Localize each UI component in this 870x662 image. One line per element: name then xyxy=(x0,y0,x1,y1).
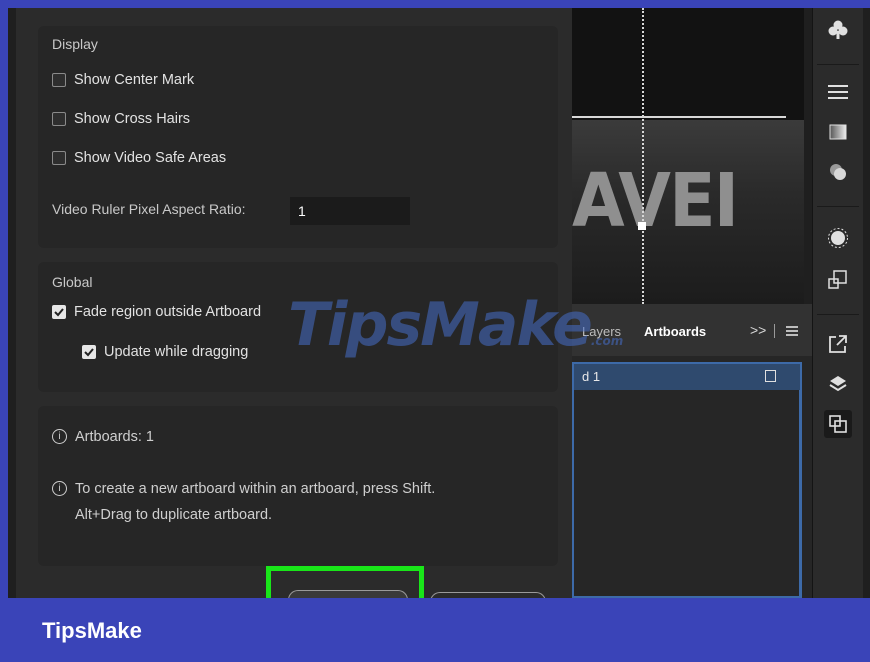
export-icon[interactable] xyxy=(824,330,852,358)
ratio-input[interactable] xyxy=(290,197,410,225)
toolbar-divider xyxy=(817,64,859,65)
artboards-count-line: i Artboards: 1 xyxy=(52,424,154,450)
update-dragging-checkbox[interactable] xyxy=(82,345,96,359)
show-cross-hairs-checkbox[interactable] xyxy=(52,112,66,126)
tab-artboards[interactable]: Artboards xyxy=(644,324,706,339)
toolbar-divider xyxy=(817,314,859,315)
fade-region-label: Fade region outside Artboard xyxy=(74,304,262,320)
info-section: i Artboards: 1 i To create a new artboar… xyxy=(38,406,558,566)
show-cross-hairs-option[interactable]: Show Cross Hairs xyxy=(52,111,190,127)
tip-line-1: To create a new artboard within an artbo… xyxy=(75,481,436,497)
show-video-safe-areas-checkbox[interactable] xyxy=(52,151,66,165)
display-title: Display xyxy=(52,36,98,52)
ratio-label: Video Ruler Pixel Aspect Ratio: xyxy=(52,201,246,217)
gradient-icon[interactable] xyxy=(824,118,852,146)
watermark-suffix: .com xyxy=(590,334,624,348)
artboards-list: d 1 xyxy=(572,362,802,598)
tab-divider xyxy=(774,324,775,338)
show-center-mark-label: Show Center Mark xyxy=(74,72,195,88)
show-cross-hairs-label: Show Cross Hairs xyxy=(74,111,191,127)
update-dragging-option[interactable]: Update while dragging xyxy=(82,344,248,360)
club-icon[interactable] xyxy=(824,16,852,44)
panel-menu-icon[interactable] xyxy=(786,326,798,336)
watermark: TipsMake.com xyxy=(288,290,623,360)
show-video-safe-areas-label: Show Video Safe Areas xyxy=(74,150,227,166)
center-guide xyxy=(642,8,644,304)
tip-line-2: Alt+Drag to duplicate artboard. xyxy=(75,507,273,523)
brightness-icon[interactable] xyxy=(824,224,852,252)
layers-icon[interactable] xyxy=(824,370,852,398)
global-title: Global xyxy=(52,274,93,290)
footer-brand: TipsMake xyxy=(42,618,142,643)
show-center-mark-checkbox[interactable] xyxy=(52,73,66,87)
anchor-point[interactable] xyxy=(638,222,646,230)
watermark-text: TipsMake xyxy=(288,290,593,360)
tip-text: To create a new artboard within an artbo… xyxy=(75,476,435,528)
show-center-mark-option[interactable]: Show Center Mark xyxy=(52,72,194,88)
update-dragging-label: Update while dragging xyxy=(104,344,249,360)
info-icon: i xyxy=(52,429,67,444)
artboard-edge xyxy=(572,116,786,118)
show-video-safe-areas-option[interactable]: Show Video Safe Areas xyxy=(52,150,226,166)
artboard-item-label: d 1 xyxy=(582,369,601,384)
artboards-icon[interactable] xyxy=(824,410,852,438)
right-toolbar xyxy=(812,8,863,598)
more-panels-icon[interactable]: >> xyxy=(750,322,766,338)
fade-region-option[interactable]: Fade region outside Artboard xyxy=(52,304,261,320)
fade-region-checkbox[interactable] xyxy=(52,305,66,319)
shapes-icon[interactable] xyxy=(824,158,852,186)
artboards-count: Artboards: 1 xyxy=(75,429,154,445)
canvas-heading-text: AVEI xyxy=(572,158,739,244)
info-icon: i xyxy=(52,481,67,496)
list-item[interactable]: d 1 xyxy=(574,364,800,390)
properties-icon[interactable] xyxy=(824,78,852,106)
artboard-canvas[interactable]: AVEI xyxy=(572,8,804,304)
transform-icon[interactable] xyxy=(824,266,852,294)
tip-line: i To create a new artboard within an art… xyxy=(52,476,435,528)
toolbar-divider xyxy=(817,206,859,207)
artboard-icon xyxy=(765,370,776,382)
display-section: Display Show Center Mark Show Cross Hair… xyxy=(38,26,558,248)
footer-bar: TipsMake xyxy=(0,598,870,662)
